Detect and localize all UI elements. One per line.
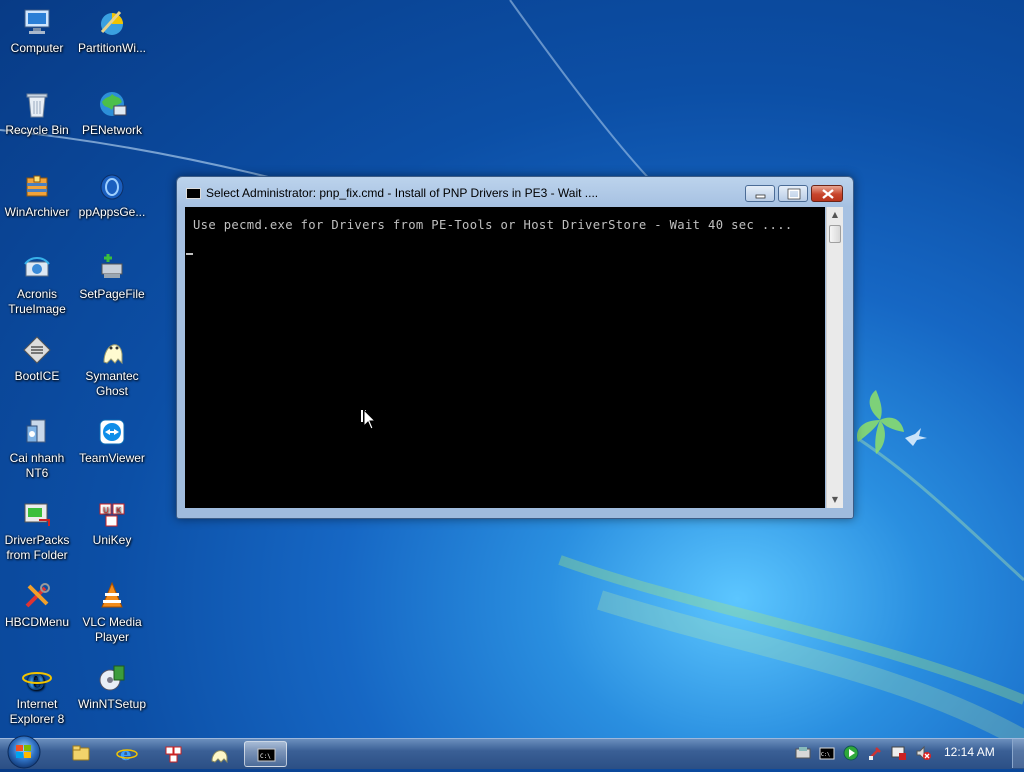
unikey-icon bbox=[165, 746, 182, 763]
volume-muted-icon[interactable] bbox=[915, 745, 931, 761]
desktop-icon-item[interactable]: Symantec Ghost bbox=[73, 328, 151, 399]
start-button[interactable] bbox=[6, 734, 42, 770]
svg-text:C:\: C:\ bbox=[821, 752, 830, 758]
minimize-button[interactable] bbox=[745, 185, 775, 202]
window-title: Select Administrator: pnp_fix.cmd - Inst… bbox=[206, 186, 599, 200]
scroll-down-arrow-icon[interactable]: ▼ bbox=[827, 492, 843, 508]
scroll-thumb[interactable] bbox=[829, 225, 841, 243]
console-text: Use pecmd.exe for Drivers from PE-Tools … bbox=[193, 218, 793, 232]
desktop-icon-item[interactable]: WinNTSetup bbox=[73, 656, 151, 712]
desktop-icon-item[interactable]: Recycle Bin bbox=[0, 82, 76, 138]
close-button[interactable] bbox=[811, 185, 843, 202]
partition-wizard-icon bbox=[100, 10, 123, 35]
title-bar[interactable]: Select Administrator: pnp_fix.cmd - Inst… bbox=[177, 177, 853, 207]
desktop-icon-label: Symantec Ghost bbox=[85, 369, 139, 398]
ie-icon: e bbox=[22, 663, 52, 694]
desktop-icon-label: Recycle Bin bbox=[5, 123, 69, 137]
desktop-icon-item[interactable]: U K UniKey bbox=[73, 492, 151, 548]
clock[interactable]: 12:14 AM bbox=[944, 745, 995, 759]
driverpacks-icon bbox=[24, 503, 50, 526]
install-icon bbox=[26, 419, 46, 443]
svg-text:e: e bbox=[27, 663, 45, 694]
svg-text:e: e bbox=[120, 744, 131, 765]
vertical-scrollbar[interactable]: ▲ ▼ bbox=[826, 207, 843, 508]
acronis-icon bbox=[24, 257, 50, 277]
svg-text:C:\: C:\ bbox=[260, 753, 271, 760]
apps-icon bbox=[100, 174, 124, 200]
recycle-bin-icon bbox=[26, 93, 48, 118]
desktop-icon-label: TeamViewer bbox=[79, 451, 145, 465]
cmd-icon: C:\ bbox=[257, 748, 276, 762]
pagefile-icon bbox=[101, 254, 123, 278]
taskbar-cmd-button[interactable]: C:\ bbox=[244, 741, 287, 767]
taskbar-ghost-button[interactable] bbox=[200, 741, 238, 767]
svg-text:U: U bbox=[103, 506, 109, 515]
desktop-icon-item[interactable]: SetPageFile bbox=[73, 246, 151, 302]
computer-icon bbox=[24, 9, 50, 34]
cmd-icon bbox=[186, 188, 201, 199]
desktop-icon-label: WinNTSetup bbox=[77, 697, 147, 711]
bootice-icon bbox=[23, 336, 51, 364]
media-icon[interactable] bbox=[843, 745, 859, 761]
tool-icon[interactable] bbox=[867, 745, 883, 761]
desktop-icon-item[interactable]: VLC Media Player bbox=[73, 574, 151, 645]
vlc-icon bbox=[101, 581, 123, 608]
desktop-icon-label: Cai nhanh NT6 bbox=[9, 451, 65, 480]
explorer-icon bbox=[72, 745, 90, 761]
desktop-icon-label: Internet Explorer 8 bbox=[9, 697, 65, 726]
teamviewer-icon bbox=[99, 419, 125, 445]
taskbar-explorer-button[interactable] bbox=[62, 741, 100, 767]
archiver-icon bbox=[26, 175, 48, 197]
network-icon bbox=[100, 92, 127, 116]
taskbar-unikey-button[interactable] bbox=[154, 741, 192, 767]
desktop-icon-item[interactable]: ppAppsGe... bbox=[73, 164, 151, 220]
cmd-icon[interactable]: C:\ bbox=[819, 745, 835, 761]
unikey-icon: UK bbox=[99, 503, 125, 527]
desktop-icon-label: HBCDMenu bbox=[4, 615, 70, 629]
svg-text:K: K bbox=[116, 506, 122, 515]
desktop-icon-item[interactable]: PartitionWi... bbox=[73, 0, 151, 56]
desktop-icon-label: Acronis TrueImage bbox=[8, 287, 66, 316]
desktop-icon-item[interactable]: TeamViewer bbox=[73, 410, 151, 466]
network-icon[interactable] bbox=[795, 745, 811, 761]
desktop-icon-item[interactable]: Computer bbox=[0, 0, 76, 56]
desktop-icon-label: PENetwork bbox=[81, 123, 143, 137]
console-window[interactable]: Select Administrator: pnp_fix.cmd - Inst… bbox=[176, 176, 854, 519]
scroll-up-arrow-icon[interactable]: ▲ bbox=[827, 207, 843, 223]
desktop-icon-label: Computer bbox=[10, 41, 64, 55]
setup-icon bbox=[99, 665, 125, 691]
ghost-icon bbox=[103, 344, 123, 365]
desktop-icon-item[interactable]: Cai nhanh NT6 bbox=[0, 410, 76, 481]
show-desktop-button[interactable] bbox=[1012, 739, 1024, 768]
desktop-icon-label: VLC Media Player bbox=[82, 615, 142, 644]
desktop-icon-label: UniKey bbox=[92, 533, 132, 547]
desktop-icon-item[interactable]: BootICE bbox=[0, 328, 76, 384]
desktop-icon-label: WinArchiver bbox=[4, 205, 70, 219]
desktop-icon-item[interactable]: e Internet Explorer 8 bbox=[0, 656, 76, 727]
desktop-icon-label: PartitionWi... bbox=[77, 41, 146, 55]
mouse-pointer-icon bbox=[361, 409, 377, 430]
ie-icon: e bbox=[116, 744, 138, 765]
desktop-icon-label: ppAppsGe... bbox=[78, 205, 146, 219]
desktop-icon-item[interactable]: HBCDMenu bbox=[0, 574, 76, 630]
ghost-icon bbox=[211, 750, 228, 764]
desktop-icon-item[interactable]: Acronis TrueImage bbox=[0, 246, 76, 317]
text-cursor bbox=[186, 253, 193, 255]
desktop-icon-item[interactable]: WinArchiver bbox=[0, 164, 76, 220]
desktop-icon-label: DriverPacks from Folder bbox=[4, 533, 70, 562]
maximize-button[interactable] bbox=[778, 185, 808, 202]
taskbar-ie-button[interactable]: e bbox=[108, 741, 146, 767]
desktop-icon-label: BootICE bbox=[14, 369, 60, 383]
desktop-icon-item[interactable]: PENetwork bbox=[73, 82, 151, 138]
display-icon[interactable] bbox=[891, 745, 907, 761]
tools-icon bbox=[25, 583, 50, 608]
desktop-icon-item[interactable]: DriverPacks from Folder bbox=[0, 492, 76, 563]
desktop-icon-label: SetPageFile bbox=[79, 287, 145, 301]
console-output[interactable]: Use pecmd.exe for Drivers from PE-Tools … bbox=[185, 207, 825, 508]
